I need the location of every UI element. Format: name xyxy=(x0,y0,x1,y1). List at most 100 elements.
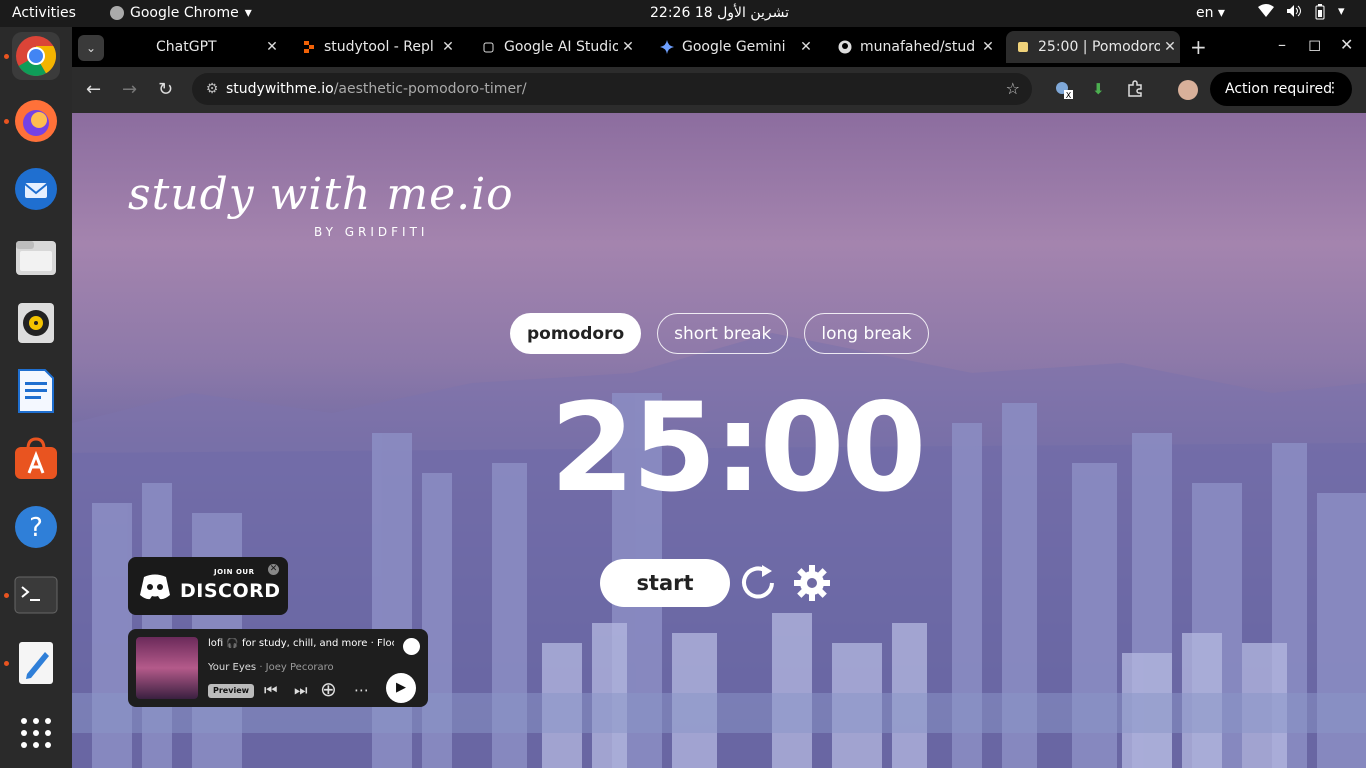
tab-title: munafahed/stud xyxy=(860,39,976,55)
app-center-icon xyxy=(15,437,57,479)
discord-icon xyxy=(140,574,170,600)
tab-pomodoro-mode[interactable]: pomodoro xyxy=(510,313,642,354)
spotify-embed-player: lofi 🎧 for study, chill, and more · Floc… xyxy=(128,629,428,707)
close-icon[interactable]: ✕ xyxy=(796,39,816,55)
language-selector[interactable]: en ▾ xyxy=(1196,5,1225,21)
wifi-icon xyxy=(1258,4,1274,24)
dock-files[interactable] xyxy=(12,233,60,281)
running-indicator xyxy=(4,661,9,666)
close-icon[interactable]: ✕ xyxy=(1160,39,1180,55)
activities-button[interactable]: Activities xyxy=(12,5,76,21)
chatgpt-icon xyxy=(134,40,148,54)
maximize-button[interactable]: ◻ xyxy=(1308,35,1321,54)
running-indicator xyxy=(4,593,9,598)
tab-title: Google Gemini xyxy=(682,39,786,55)
track-artist[interactable]: Joey Pecoraro xyxy=(266,662,334,673)
tab-strip: ⌄ ChatGPT ✕ studytool - Repl ✕ Google AI… xyxy=(72,27,1366,67)
action-required-button[interactable]: Action required ⋮ xyxy=(1210,72,1352,106)
playlist-title[interactable]: lofi 🎧 for study, chill, and more · Floc xyxy=(208,638,394,649)
preview-badge: Preview xyxy=(208,684,255,698)
track-info: Your Eyes · Joey Pecoraro xyxy=(208,662,334,673)
tab-gemini[interactable]: Google Gemini ✕ xyxy=(650,31,816,63)
site-logo[interactable]: study with me.io BY GRIDFITI xyxy=(128,169,514,239)
running-indicator xyxy=(4,54,9,59)
close-window-button[interactable]: ✕ xyxy=(1340,35,1353,54)
tab-studytool[interactable]: studytool - Repl ✕ xyxy=(292,31,458,63)
extensions-puzzle-icon[interactable] xyxy=(1126,80,1144,102)
close-icon[interactable]: ✕ xyxy=(438,39,458,55)
tab-github[interactable]: munafahed/stud ✕ xyxy=(828,31,998,63)
terminal-icon xyxy=(14,576,58,614)
discord-banner[interactable]: JOIN OUR DISCORD ✕ xyxy=(128,557,288,615)
add-icon[interactable]: ⊕ xyxy=(320,677,337,701)
help-icon: ? xyxy=(15,506,57,548)
discord-join-label: JOIN OUR xyxy=(214,568,255,576)
gear-icon[interactable] xyxy=(792,563,832,603)
dock-firefox[interactable] xyxy=(12,97,60,145)
tab-long-break-mode[interactable]: long break xyxy=(804,313,929,354)
close-icon[interactable]: ✕ xyxy=(978,39,998,55)
profile-avatar[interactable] xyxy=(1178,80,1198,100)
spotify-icon[interactable] xyxy=(403,638,420,655)
dock-text-editor[interactable] xyxy=(12,639,60,687)
dock: ? xyxy=(0,27,72,768)
dock-terminal[interactable] xyxy=(12,571,60,619)
address-bar[interactable]: ⚙ studywithme.io /aesthetic-pomodoro-tim… xyxy=(192,73,1032,105)
dock-app-center[interactable] xyxy=(12,435,60,483)
reset-icon[interactable] xyxy=(740,561,780,605)
github-icon xyxy=(838,40,852,54)
close-icon[interactable]: ✕ xyxy=(618,39,638,55)
writer-icon xyxy=(18,369,54,413)
system-tray[interactable]: ▾ xyxy=(1258,4,1345,24)
close-icon[interactable]: ✕ xyxy=(268,564,279,575)
system-top-bar: Activities Google Chrome ▾ تشرين الأول 1… xyxy=(0,0,1366,27)
more-vert-icon[interactable]: ⋮ xyxy=(1326,80,1340,96)
firefox-icon xyxy=(15,100,57,142)
playlist-cover-art[interactable] xyxy=(136,637,198,699)
app-menu[interactable]: Google Chrome ▾ xyxy=(110,5,252,21)
bookmark-star-icon[interactable]: ☆ xyxy=(1006,79,1020,98)
clock[interactable]: تشرين الأول 18 22:26 xyxy=(650,5,789,21)
logo-byline: BY GRIDFITI xyxy=(314,225,429,239)
skip-forward-icon[interactable]: ⏭ xyxy=(294,681,308,699)
forward-button[interactable]: → xyxy=(122,79,137,100)
gemini-icon xyxy=(660,40,674,54)
back-button[interactable]: ← xyxy=(86,79,101,100)
battery-icon xyxy=(1314,4,1326,24)
svg-text:?: ? xyxy=(29,513,43,543)
dock-chrome[interactable] xyxy=(12,32,60,80)
tab-pomodoro[interactable]: 25:00 | Pomodoro ✕ xyxy=(1006,31,1180,63)
dock-help[interactable]: ? xyxy=(12,503,60,551)
dock-show-apps[interactable] xyxy=(12,709,60,757)
reload-button[interactable]: ↻ xyxy=(158,79,173,100)
url-host: studywithme.io xyxy=(226,81,334,97)
extension-translate-icon[interactable]: X xyxy=(1054,80,1074,104)
tab-short-break-mode[interactable]: short break xyxy=(657,313,789,354)
tab-search-button[interactable]: ⌄ xyxy=(78,35,104,61)
more-horizontal-icon[interactable]: ⋯ xyxy=(354,681,369,699)
chrome-window: ⌄ ChatGPT ✕ studytool - Repl ✕ Google AI… xyxy=(72,27,1366,768)
files-icon xyxy=(16,241,56,275)
tab-title: 25:00 | Pomodoro xyxy=(1038,39,1160,55)
chevron-down-icon: ⌄ xyxy=(85,41,97,55)
track-title[interactable]: Your Eyes xyxy=(208,662,256,673)
download-icon[interactable]: ⬇ xyxy=(1092,80,1105,98)
new-tab-button[interactable]: + xyxy=(1190,35,1207,59)
skip-back-icon[interactable]: ⏮ xyxy=(264,681,278,699)
action-required-label: Action required xyxy=(1225,81,1332,97)
minimize-button[interactable]: – xyxy=(1278,35,1286,54)
logo-text: study with me.io xyxy=(128,169,514,220)
site-info-icon[interactable]: ⚙ xyxy=(198,81,226,97)
play-icon[interactable]: ▶ xyxy=(386,673,416,703)
dock-rhythmbox[interactable] xyxy=(12,299,60,347)
start-button[interactable]: start xyxy=(600,559,730,607)
rhythmbox-icon xyxy=(18,303,54,343)
studywithme-icon xyxy=(1016,40,1030,54)
dock-writer[interactable] xyxy=(12,367,60,415)
svg-text:X: X xyxy=(1066,91,1072,100)
tab-chatgpt[interactable]: ChatGPT ✕ xyxy=(124,31,282,63)
close-icon[interactable]: ✕ xyxy=(262,39,282,55)
page-content: study with me.io BY GRIDFITI pomodoro sh… xyxy=(72,113,1366,768)
dock-thunderbird[interactable] xyxy=(12,165,60,213)
tab-ai-studio[interactable]: Google AI Studio ✕ xyxy=(472,31,638,63)
